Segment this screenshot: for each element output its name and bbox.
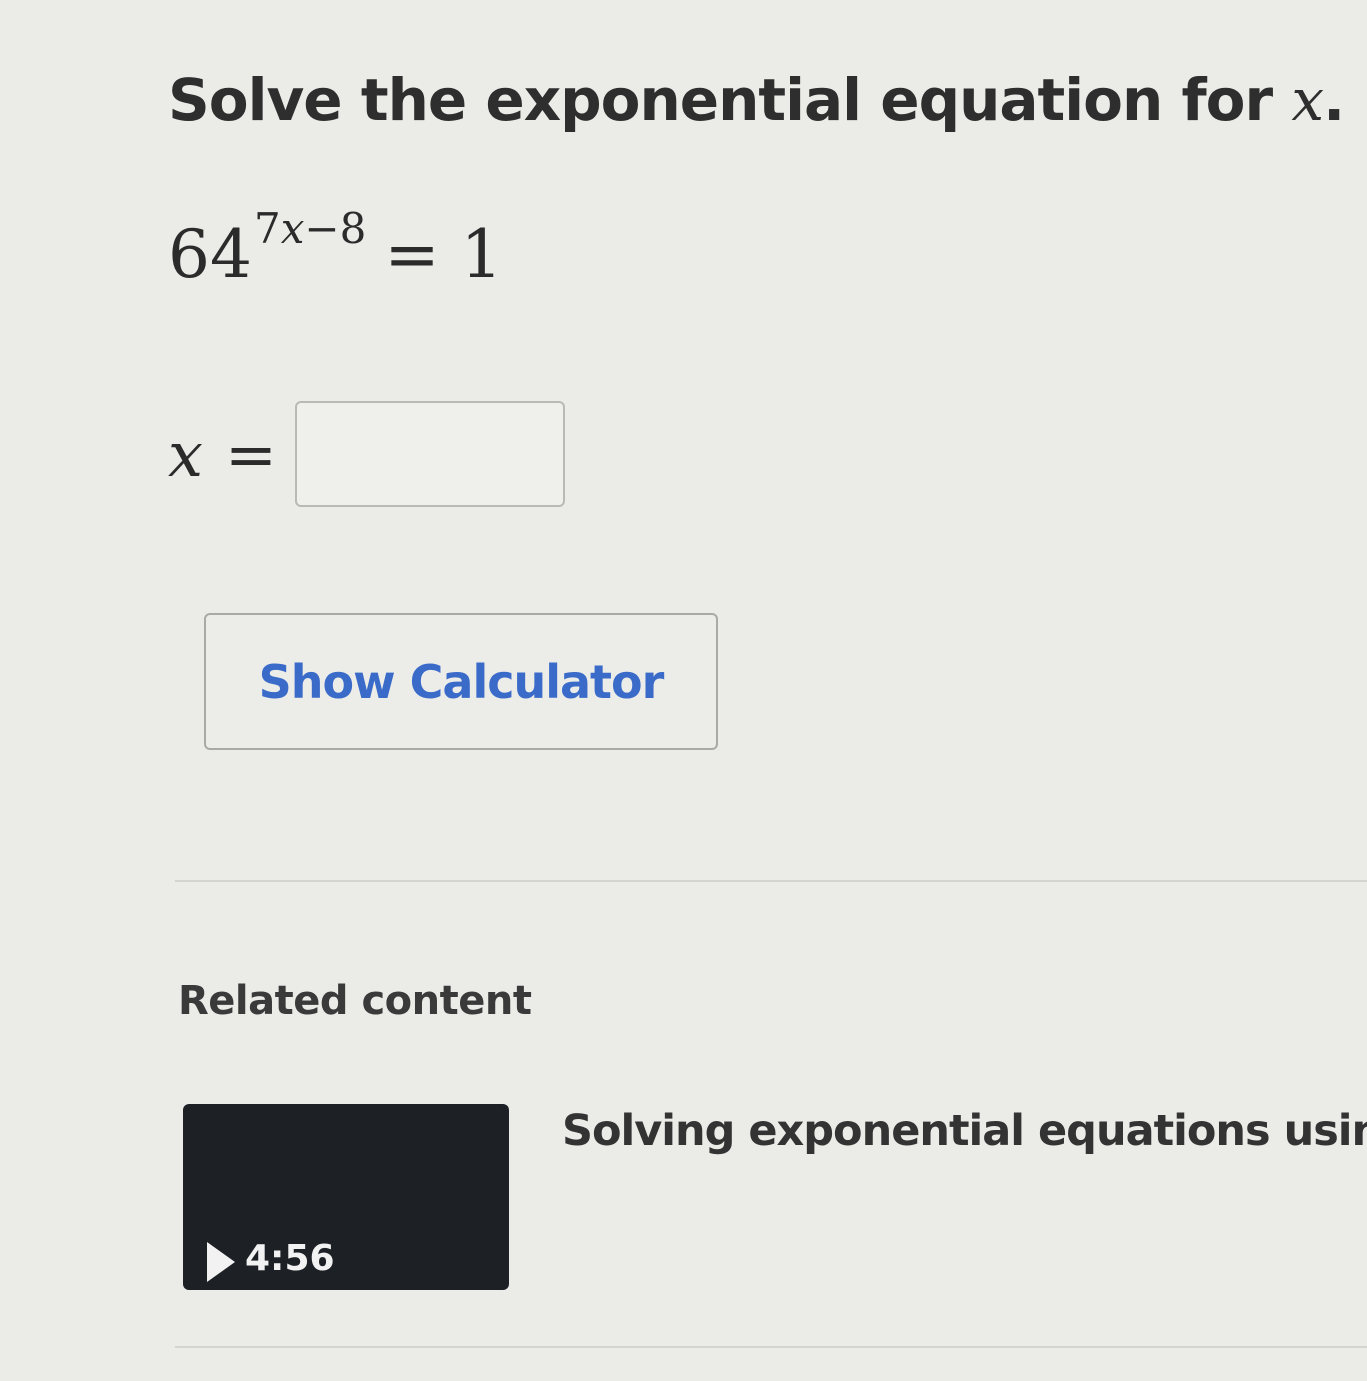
bottom-divider — [175, 1346, 1367, 1348]
equation-base: 64 — [168, 216, 252, 293]
exponent-constant: −8 — [304, 204, 367, 253]
answer-equals-sign: = — [224, 417, 277, 491]
exponent-variable: x — [280, 204, 305, 253]
equation-rhs: = 1 — [384, 222, 502, 288]
video-duration: 4:56 — [245, 1238, 335, 1279]
section-divider — [175, 880, 1367, 882]
prompt-period: . — [1323, 66, 1345, 134]
equation-exponent: 7x−8 — [254, 208, 366, 250]
question-prompt: Solve the exponential equation for x. — [168, 66, 1345, 134]
equals-sign: = — [384, 216, 440, 293]
prompt-variable: x — [1291, 66, 1324, 134]
play-icon — [207, 1242, 235, 1282]
answer-variable: x — [168, 417, 203, 491]
rhs-value: 1 — [460, 216, 503, 293]
related-content-heading: Related content — [178, 978, 532, 1024]
exponential-equation: 647x−8 = 1 — [168, 208, 503, 293]
answer-input[interactable] — [294, 401, 565, 507]
exponent-coefficient: 7 — [253, 204, 281, 253]
related-video-title[interactable]: Solving exponential equations using — [562, 1106, 1367, 1156]
answer-row: x = — [168, 398, 565, 510]
show-calculator-button[interactable]: Show Calculator — [204, 613, 718, 750]
prompt-text: Solve the exponential equation for — [168, 66, 1292, 134]
video-thumbnail[interactable]: 4:56 — [183, 1104, 509, 1290]
